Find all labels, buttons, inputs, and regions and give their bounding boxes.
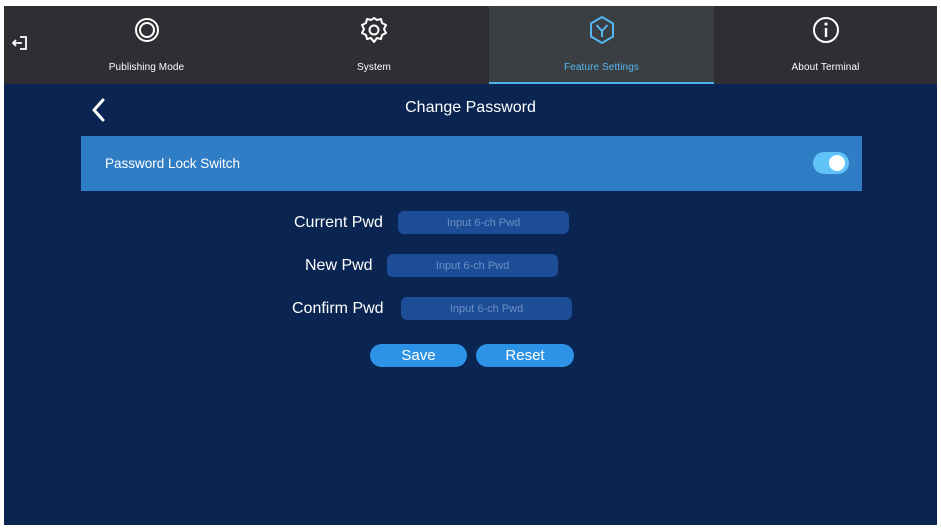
top-nav-bar: Publishing Mode System Feature Settings xyxy=(4,6,937,84)
publishing-mode-icon xyxy=(134,18,159,42)
info-icon xyxy=(812,17,839,43)
tab-publishing-mode[interactable]: Publishing Mode xyxy=(34,6,259,84)
password-lock-label: Password Lock Switch xyxy=(105,156,241,171)
page-title: Change Password xyxy=(405,99,536,116)
tab-label: Feature Settings xyxy=(564,62,639,73)
current-pwd-input[interactable] xyxy=(398,211,569,234)
exit-icon[interactable] xyxy=(10,32,30,54)
tab-feature-settings[interactable]: Feature Settings xyxy=(489,6,714,84)
gear-icon xyxy=(361,17,387,43)
new-pwd-input[interactable] xyxy=(387,254,558,277)
current-pwd-label: Current Pwd xyxy=(294,214,383,231)
feature-settings-icon xyxy=(589,15,614,45)
toggle-knob xyxy=(829,155,845,171)
confirm-pwd-input[interactable] xyxy=(401,297,572,320)
tab-about-terminal[interactable]: About Terminal xyxy=(714,6,937,84)
reset-button[interactable]: Reset xyxy=(476,344,574,367)
tab-label: Publishing Mode xyxy=(108,62,185,73)
app-screen: Publishing Mode System Feature Settings xyxy=(4,6,937,525)
tab-label: About Terminal xyxy=(791,62,860,73)
new-pwd-label: New Pwd xyxy=(305,257,373,274)
password-lock-row: Password Lock Switch xyxy=(81,136,862,191)
tab-label: System xyxy=(357,62,391,73)
active-tab-indicator xyxy=(489,82,714,84)
save-button[interactable]: Save xyxy=(370,344,467,367)
confirm-pwd-label: Confirm Pwd xyxy=(292,300,384,317)
password-lock-toggle[interactable] xyxy=(813,152,849,174)
tab-system[interactable]: System xyxy=(259,6,489,84)
